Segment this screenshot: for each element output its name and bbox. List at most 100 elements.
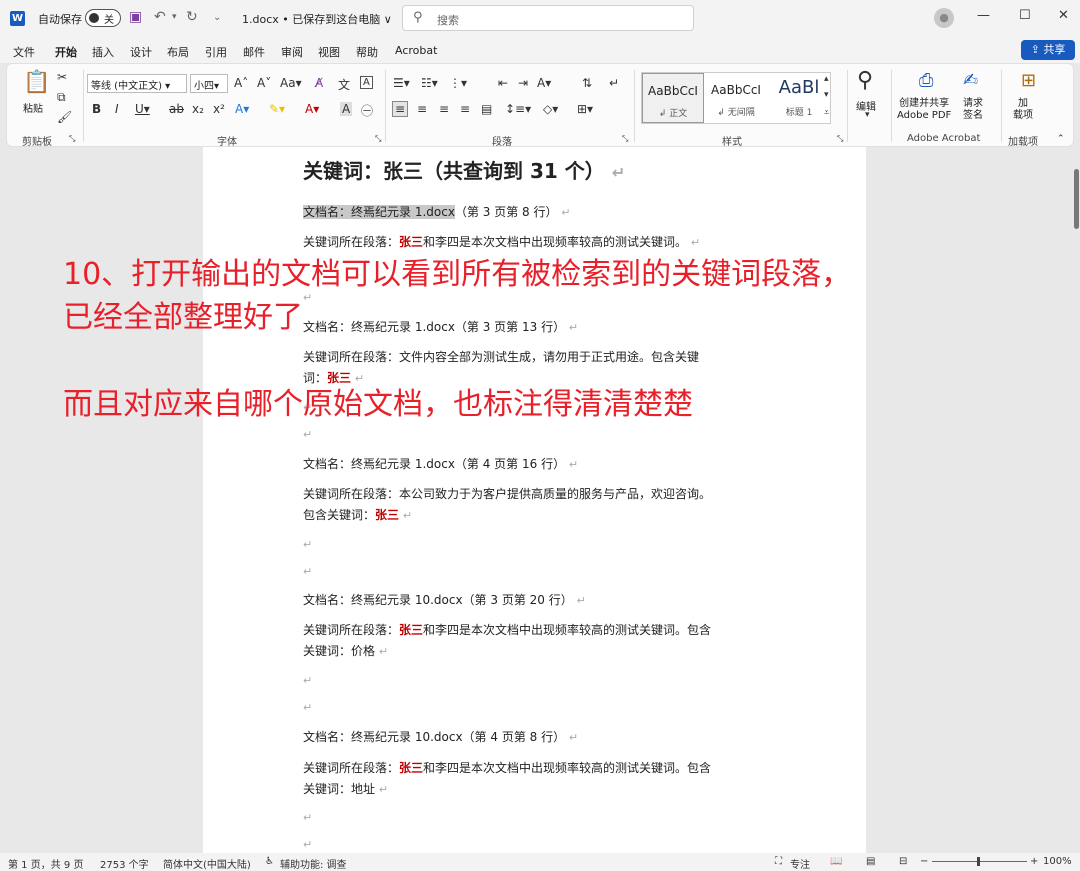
request-signature-icon[interactable]: ✍ <box>963 70 978 91</box>
grow-font-icon[interactable]: A˄ <box>234 76 248 90</box>
undo-icon[interactable]: ↶ <box>154 9 166 25</box>
editing-icon[interactable]: ⚲ <box>857 68 873 93</box>
character-border-icon[interactable]: A <box>360 76 373 89</box>
docname-text: 文档名：终焉纪元录 10.docx（第 4 页第 8 行） <box>303 730 566 744</box>
undo-dropdown-icon[interactable]: ▾ <box>172 12 177 22</box>
highlight-icon[interactable]: ✎▾ <box>269 102 285 116</box>
font-launcher-icon[interactable]: ⤡ <box>375 134 381 144</box>
clear-formatting-icon[interactable]: A̸ <box>315 76 323 90</box>
justify-icon[interactable]: ≡ <box>460 102 470 116</box>
align-right-icon[interactable]: ≡ <box>439 102 449 116</box>
page-count[interactable]: 第 1 页，共 9 页 <box>8 856 83 871</box>
zoom-out-icon[interactable]: − <box>920 856 928 867</box>
editing-dropdown-icon[interactable]: ▾ <box>865 110 870 120</box>
increase-indent-icon[interactable]: ⇥ <box>518 76 528 90</box>
tab-help[interactable]: 帮助 <box>356 44 378 60</box>
style-normal[interactable]: AaBbCcI ↲ 正文 <box>642 73 704 123</box>
format-painter-icon[interactable]: 🖌 <box>57 110 72 124</box>
create-share-pdf-label[interactable]: 创建并共享 Adobe PDF <box>897 98 951 122</box>
cut-icon[interactable]: ✂ <box>57 70 67 84</box>
save-icon[interactable]: ▣ <box>129 9 142 25</box>
search-box[interactable]: ⚲ 搜索 <box>402 5 694 31</box>
styles-scroll-down-icon[interactable]: ▾ <box>824 90 829 100</box>
bold-icon[interactable]: B <box>92 102 101 116</box>
share-button[interactable]: ⇪ 共享 <box>1021 40 1075 60</box>
collapse-ribbon-icon[interactable]: ⌃ <box>1057 134 1065 144</box>
styles-launcher-icon[interactable]: ⤡ <box>837 134 843 144</box>
addins-label[interactable]: 加 载项 <box>1013 98 1033 122</box>
shrink-font-icon[interactable]: A˅ <box>257 76 271 90</box>
decrease-indent-icon[interactable]: ⇤ <box>498 76 508 90</box>
align-center-icon[interactable]: ≡ <box>417 102 427 116</box>
print-layout-icon[interactable]: ▤ <box>866 856 875 867</box>
styles-gallery[interactable]: AaBbCcI ↲ 正文 AaBbCcI ↲ 无间隔 AaBl 标题 1 <box>641 72 831 124</box>
tab-references[interactable]: 引用 <box>205 44 227 60</box>
word-count[interactable]: 2753 个字 <box>100 856 149 871</box>
bullets-icon[interactable]: ☰▾ <box>393 76 410 90</box>
strikethrough-icon[interactable]: ab <box>169 102 184 116</box>
zoom-in-icon[interactable]: + <box>1030 856 1038 867</box>
tab-design[interactable]: 设计 <box>130 44 152 60</box>
text-effects-icon[interactable]: A▾ <box>235 102 249 116</box>
customize-qat-icon[interactable]: ⌄ <box>213 12 221 23</box>
tab-file[interactable]: 文件 <box>13 44 35 60</box>
autosave-toggle[interactable]: 关 <box>85 9 121 27</box>
create-pdf-icon[interactable]: ⎙ <box>919 70 933 91</box>
read-mode-icon[interactable]: 📖 <box>830 856 842 867</box>
paste-label[interactable]: 粘贴 <box>23 100 43 115</box>
font-name-select[interactable]: 等线 (中文正文) ▾ <box>87 74 187 93</box>
underline-icon[interactable]: U▾ <box>135 102 150 116</box>
account-avatar-icon[interactable]: ● <box>934 8 954 28</box>
character-shading-icon[interactable]: A <box>340 102 353 116</box>
shading-icon[interactable]: ◇▾ <box>543 102 558 116</box>
web-layout-icon[interactable]: ⊟ <box>899 856 907 867</box>
multilevel-list-icon[interactable]: ⋮▾ <box>449 76 467 90</box>
chinese-layout-icon[interactable]: A▾ <box>537 76 551 90</box>
maximize-icon[interactable]: ☐ <box>1019 8 1031 23</box>
vertical-scrollbar[interactable] <box>1073 147 1080 853</box>
clipboard-launcher-icon[interactable]: ⤡ <box>69 134 75 144</box>
styles-more-icon[interactable]: ⩡ <box>824 108 829 118</box>
show-marks-icon[interactable]: ↵ <box>609 76 619 90</box>
enclose-characters-icon[interactable]: ㊀ <box>361 102 373 119</box>
borders-icon[interactable]: ⊞▾ <box>577 102 593 116</box>
paragraph-launcher-icon[interactable]: ⤡ <box>622 134 628 144</box>
tab-review[interactable]: 审阅 <box>281 44 303 60</box>
style-heading-1[interactable]: AaBl 标题 1 <box>768 73 830 123</box>
sort-icon[interactable]: ⇅ <box>582 76 592 90</box>
font-size-select[interactable]: 小四▾ <box>190 74 228 93</box>
italic-icon[interactable]: I <box>115 102 119 116</box>
tab-home[interactable]: 开始 <box>55 44 77 65</box>
document-page[interactable]: 关键词：张三（共查询到 31 个） ↵ 文档名：终焉纪元录 1.docx（第 3… <box>203 147 866 853</box>
scrollbar-thumb[interactable] <box>1074 169 1079 229</box>
zoom-slider-knob[interactable] <box>977 857 980 866</box>
addins-icon[interactable]: ⊞ <box>1021 70 1036 91</box>
align-left-icon[interactable]: ≡ <box>392 101 409 117</box>
redo-icon[interactable]: ↻ <box>186 9 198 25</box>
style-no-spacing[interactable]: AaBbCcI ↲ 无间隔 <box>705 73 767 123</box>
phonetic-guide-icon[interactable]: 文 <box>338 76 350 93</box>
copy-icon[interactable]: ⧉ <box>57 90 66 105</box>
language-indicator[interactable]: 简体中文(中国大陆) <box>163 856 251 871</box>
tab-insert[interactable]: 插入 <box>92 44 114 60</box>
paste-icon[interactable]: 📋 <box>23 70 50 95</box>
request-signature-label[interactable]: 请求 签名 <box>963 98 983 122</box>
tab-mailings[interactable]: 邮件 <box>243 44 265 60</box>
tab-layout[interactable]: 布局 <box>167 44 189 60</box>
distributed-icon[interactable]: ▤ <box>481 102 492 116</box>
font-color-icon[interactable]: A▾ <box>305 102 319 116</box>
tab-acrobat[interactable]: Acrobat <box>395 44 437 57</box>
numbering-icon[interactable]: ☷▾ <box>421 76 438 90</box>
accessibility-status[interactable]: 辅助功能: 调查 <box>280 856 347 871</box>
line-spacing-icon[interactable]: ↕≡▾ <box>505 102 531 116</box>
minimize-icon[interactable]: — <box>977 8 990 23</box>
superscript-icon[interactable]: x² <box>213 102 225 116</box>
document-title[interactable]: 1.docx • 已保存到这台电脑 ∨ <box>242 11 392 27</box>
close-icon[interactable]: ✕ <box>1058 8 1069 23</box>
styles-scroll-up-icon[interactable]: ▴ <box>824 74 829 84</box>
change-case-icon[interactable]: Aa▾ <box>280 76 302 90</box>
focus-mode[interactable]: 专注 <box>790 856 810 871</box>
tab-view[interactable]: 视图 <box>318 44 340 60</box>
zoom-level[interactable]: 100% <box>1043 856 1072 867</box>
subscript-icon[interactable]: x₂ <box>192 102 204 116</box>
